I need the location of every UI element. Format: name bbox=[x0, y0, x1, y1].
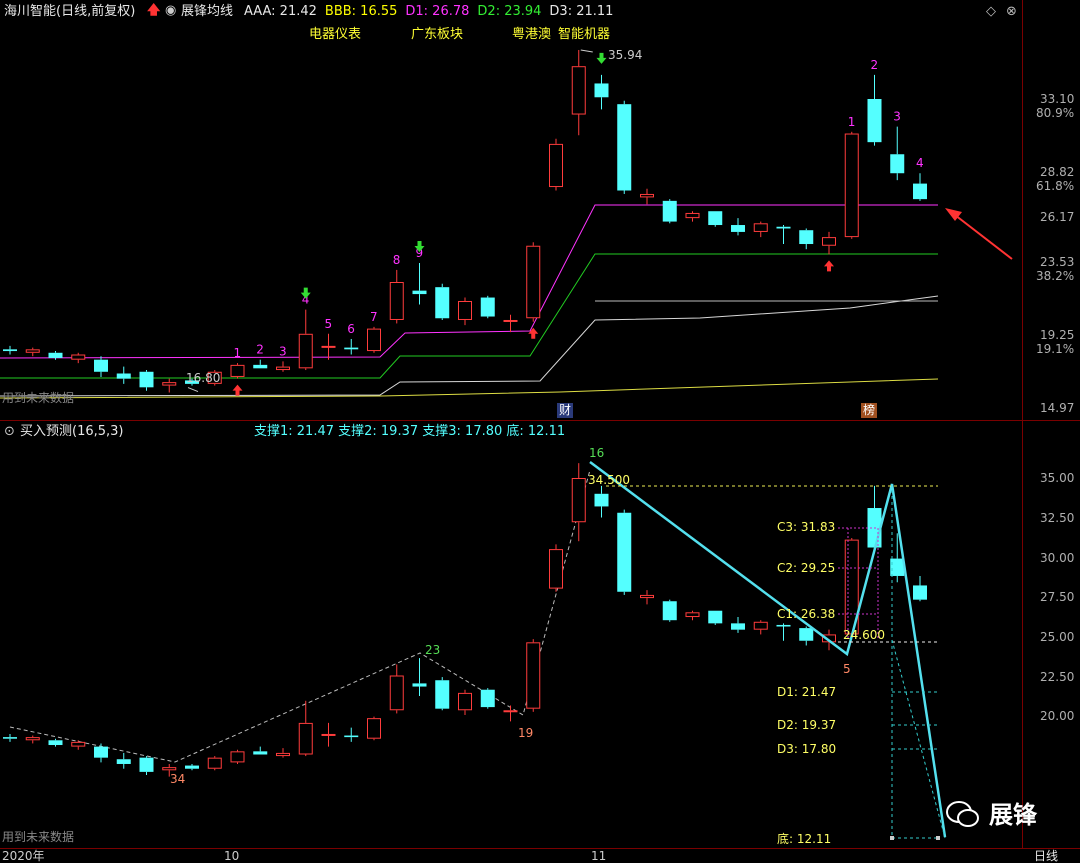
high-price-label: 35.94 bbox=[608, 48, 643, 62]
level-bottom: 底: 12.11 bbox=[777, 832, 832, 846]
level-c1: C1: 26.38 bbox=[777, 607, 836, 621]
candle bbox=[480, 688, 495, 709]
tag-sector-1: 电器仪表 bbox=[309, 27, 362, 42]
price-tick: 20.00 bbox=[1040, 709, 1075, 723]
bottom-marker bbox=[936, 836, 940, 840]
candle bbox=[367, 326, 381, 353]
indicator-name[interactable]: 展锋均线 bbox=[181, 4, 233, 20]
candle bbox=[480, 295, 495, 319]
pct-tick: 38.2% bbox=[1036, 269, 1075, 283]
candle bbox=[617, 509, 632, 595]
indicator-values: AAA: 21.42 BBB: 16.55 D1: 26.78 D2: 23.94 D3… bbox=[244, 4, 621, 20]
future-data-note-lower: 用到未来数据 bbox=[2, 830, 75, 844]
candle bbox=[230, 749, 245, 764]
level-c3: C3: 31.83 bbox=[777, 520, 836, 534]
price-tick: 28.82 bbox=[1040, 165, 1075, 179]
count-marker: 4 bbox=[916, 156, 924, 170]
period-selector[interactable]: 日线 bbox=[1034, 849, 1058, 863]
candle bbox=[844, 131, 859, 239]
swing-count-label: 23 bbox=[425, 643, 441, 657]
trough-value-label: 24.600 bbox=[843, 628, 885, 642]
candle bbox=[526, 242, 541, 322]
price-tick: 35.00 bbox=[1040, 471, 1075, 485]
swing-count-label: 16 bbox=[589, 446, 605, 460]
candle bbox=[708, 610, 723, 625]
count-marker: 2 bbox=[256, 343, 264, 357]
indicator-value: D1: 26.78 bbox=[405, 4, 470, 19]
price-tick: 27.50 bbox=[1040, 590, 1075, 604]
price-tick: 33.10 bbox=[1040, 92, 1075, 106]
pct-tick: 80.9% bbox=[1036, 106, 1075, 120]
price-tick: 26.17 bbox=[1040, 210, 1075, 224]
price-tick: 23.53 bbox=[1040, 255, 1075, 269]
candle bbox=[435, 677, 450, 711]
count-marker: 3 bbox=[279, 344, 287, 358]
support-levels: 支撑1: 21.47 支撑2: 19.37 支撑3: 17.80 底: 12.1… bbox=[254, 424, 566, 439]
close-icon[interactable]: ⊗ bbox=[1006, 4, 1017, 20]
count-marker: 1 bbox=[234, 346, 242, 360]
date-tick: 2020年 bbox=[2, 849, 45, 863]
financial-report-badge[interactable]: 财 bbox=[557, 403, 573, 418]
settings-circle-icon[interactable]: ◉ bbox=[165, 3, 176, 19]
candle bbox=[435, 283, 450, 320]
candle bbox=[662, 599, 677, 622]
count-marker: 8 bbox=[393, 253, 401, 267]
price-tick: 30.00 bbox=[1040, 551, 1075, 565]
candle bbox=[230, 363, 245, 379]
pct-tick: 19.1% bbox=[1036, 342, 1075, 356]
swing-count-label: 34 bbox=[170, 772, 186, 786]
swing-count-label: 19 bbox=[518, 726, 534, 740]
indicator-value: D3: 21.11 bbox=[549, 4, 614, 19]
candle bbox=[526, 639, 541, 712]
level-d3: D3: 17.80 bbox=[777, 742, 837, 756]
swing-count-label: 5 bbox=[843, 662, 851, 676]
pct-tick: 61.8% bbox=[1036, 179, 1075, 193]
candle bbox=[708, 211, 723, 227]
low-price-label: 16.80 bbox=[186, 371, 221, 385]
count-marker: 1 bbox=[848, 115, 856, 129]
price-tick: 19.25 bbox=[1040, 328, 1075, 342]
up-arrow-icon: 🡅 bbox=[147, 3, 161, 18]
stock-title[interactable]: 海川智能(日线,前复权) bbox=[4, 4, 135, 20]
prediction-title[interactable]: 买入预测(16,5,3) bbox=[20, 424, 124, 440]
peak-value-label: 34.500 bbox=[588, 473, 630, 487]
count-marker: 5 bbox=[325, 317, 333, 331]
count-marker: 6 bbox=[347, 322, 355, 336]
dragon-tiger-list-badge[interactable]: 榜 bbox=[861, 403, 877, 418]
count-marker: 3 bbox=[893, 110, 901, 124]
indicator-value: BBB: 16.55 bbox=[324, 4, 398, 19]
price-tick: 14.97 bbox=[1040, 401, 1075, 415]
date-tick: 11 bbox=[591, 849, 607, 863]
price-tick: 25.00 bbox=[1040, 630, 1075, 644]
candle bbox=[662, 199, 677, 224]
future-data-note-upper: 用到未来数据 bbox=[2, 391, 75, 405]
date-tick: 10 bbox=[224, 849, 240, 863]
indicator-value: AAA: 21.42 bbox=[244, 4, 317, 19]
candle bbox=[549, 544, 563, 592]
count-marker: 2 bbox=[871, 58, 879, 72]
candle bbox=[617, 100, 632, 194]
candle bbox=[549, 138, 563, 191]
candle bbox=[367, 716, 381, 741]
candle bbox=[207, 756, 222, 771]
price-tick: 32.50 bbox=[1040, 511, 1075, 525]
count-marker: 7 bbox=[370, 310, 378, 324]
wechat-icon bbox=[946, 800, 980, 830]
level-d2: D2: 19.37 bbox=[777, 718, 837, 732]
diamond-icon[interactable]: ◇ bbox=[986, 4, 996, 20]
collapse-toggle-icon[interactable]: ⊙ bbox=[4, 424, 15, 440]
price-tick: 22.50 bbox=[1040, 670, 1075, 684]
bottom-marker bbox=[890, 836, 894, 840]
indicator-value: D2: 23.94 bbox=[477, 4, 542, 19]
watermark-text: 展锋 bbox=[989, 801, 1037, 829]
level-d1: D1: 21.47 bbox=[777, 685, 837, 699]
tag-concept-1: 粤港澳 bbox=[512, 27, 552, 42]
level-c2: C2: 29.25 bbox=[777, 561, 836, 575]
tag-sector-2: 广东板块 bbox=[411, 27, 464, 42]
tag-concept-2: 智能机器 bbox=[558, 27, 611, 42]
